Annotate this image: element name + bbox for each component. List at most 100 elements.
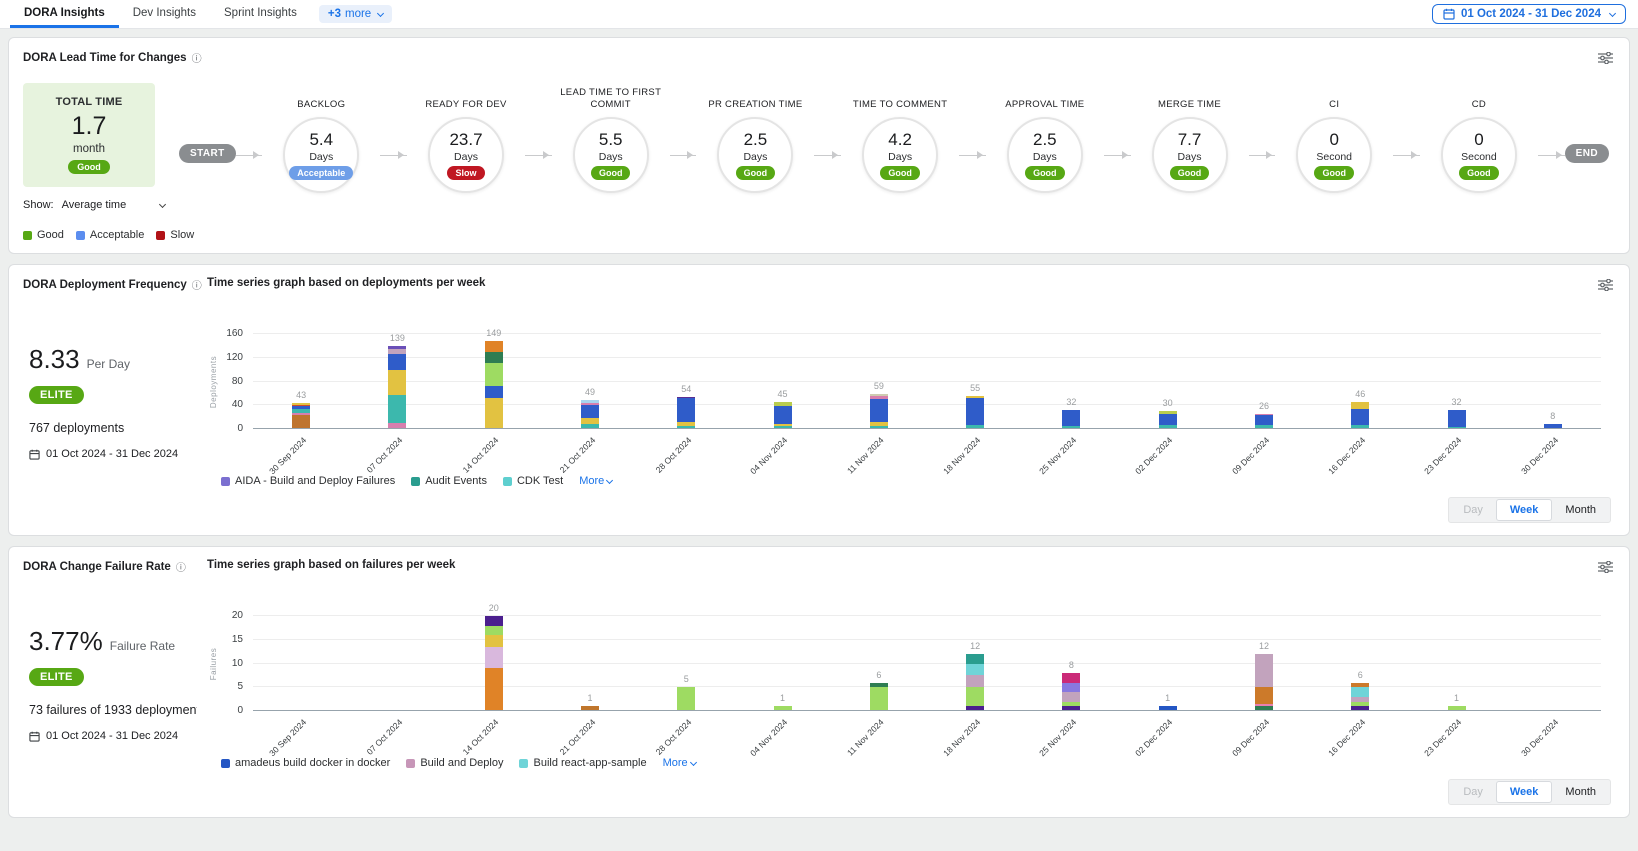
toggle-month-button[interactable]: Month: [1552, 499, 1609, 521]
tier-badge: ELITE: [29, 386, 84, 404]
bar-stack[interactable]: [677, 397, 695, 429]
chart-column: 5428 Oct 2024: [638, 334, 734, 429]
bar-stack[interactable]: [1351, 402, 1369, 429]
flow-end-pill: END: [1565, 144, 1609, 163]
legend-more-link[interactable]: More: [579, 475, 612, 487]
filter-settings-icon[interactable]: [1596, 277, 1615, 296]
bar-stack[interactable]: [1351, 683, 1369, 712]
bar-stack[interactable]: [1255, 654, 1273, 711]
bar-segment: [1448, 410, 1466, 427]
more-tabs-dropdown[interactable]: +3 more: [319, 5, 392, 23]
bar-stack[interactable]: [1159, 411, 1177, 429]
filter-settings-icon[interactable]: [1596, 50, 1615, 69]
legend-label: AIDA - Build and Deploy Failures: [235, 475, 395, 487]
toggle-week-button[interactable]: Week: [1496, 781, 1553, 803]
x-tick-label: 30 Sep 2024: [267, 717, 308, 758]
bar-segment: [1062, 683, 1080, 693]
filter-settings-icon[interactable]: [1596, 559, 1615, 578]
stage-value: 7.7: [1178, 130, 1202, 150]
bar-stack[interactable]: [1448, 410, 1466, 429]
legend-more-link[interactable]: More: [663, 757, 696, 769]
stage-status-badge: Good: [1314, 166, 1354, 180]
bar-segment: [774, 406, 792, 424]
failure-rate-value: 3.77%: [29, 626, 103, 657]
legend-item[interactable]: CDK Test: [503, 475, 563, 487]
flow-arrow: [236, 155, 263, 156]
toggle-week-button[interactable]: Week: [1496, 499, 1553, 521]
bar-stack[interactable]: [485, 341, 503, 429]
legend-item[interactable]: Audit Events: [411, 475, 487, 487]
chart-column: 30 Dec 2024: [1505, 616, 1601, 711]
stage-unit: Second: [1316, 151, 1352, 163]
bar-total-label: 1: [1454, 693, 1459, 703]
failure-rate-unit: Failure Rate: [110, 639, 175, 653]
stage-circle: 0SecondGood: [1441, 117, 1517, 193]
info-icon[interactable]: ⓘ: [192, 277, 202, 292]
info-icon[interactable]: ⓘ: [192, 50, 202, 65]
legend-item[interactable]: Build react-app-sample: [519, 757, 646, 769]
bar-segment: [388, 370, 406, 395]
toggle-day-button[interactable]: Day: [1450, 781, 1496, 803]
legend-item[interactable]: Build and Deploy: [406, 757, 503, 769]
bar-segment: [966, 654, 984, 664]
card-title-text: DORA Lead Time for Changes: [23, 52, 187, 64]
bar-stack[interactable]: [292, 403, 310, 429]
y-tick-label: 5: [237, 681, 243, 692]
date-range-picker[interactable]: 01 Oct 2024 - 31 Dec 2024: [1432, 4, 1626, 24]
deployment-chart-title: Time series graph based on deployments p…: [207, 277, 1596, 289]
bar-stack[interactable]: [870, 683, 888, 712]
legend-label: CDK Test: [517, 475, 563, 487]
x-tick-label: 16 Dec 2024: [1326, 435, 1367, 476]
stage-unit: Days: [1178, 151, 1202, 163]
x-tick-label: 16 Dec 2024: [1326, 717, 1367, 758]
chart-column: 14914 Oct 2024: [446, 334, 542, 429]
calendar-icon: [1443, 8, 1455, 20]
bar-total-label: 6: [876, 670, 881, 680]
stage-status-badge: Good: [591, 166, 631, 180]
stage-circle: 5.4DaysAcceptable: [283, 117, 359, 193]
bar-stack[interactable]: [1062, 410, 1080, 429]
y-tick-label: 0: [237, 423, 243, 434]
bar-stack[interactable]: [1062, 673, 1080, 711]
tab-dev-insights[interactable]: Dev Insights: [119, 0, 210, 28]
date-range-label: 01 Oct 2024 - 31 Dec 2024: [1461, 8, 1601, 20]
bar-segment: [485, 635, 503, 647]
calendar-icon: [29, 449, 40, 460]
tab-sprint-insights[interactable]: Sprint Insights: [210, 0, 311, 28]
bar-total-label: 59: [874, 381, 884, 391]
bar-stack[interactable]: [774, 402, 792, 429]
flow-arrow: [959, 155, 986, 156]
bar-stack[interactable]: [870, 394, 888, 429]
bar-stack[interactable]: [966, 396, 984, 429]
toggle-day-button[interactable]: Day: [1450, 499, 1496, 521]
info-icon[interactable]: ⓘ: [176, 559, 186, 574]
x-tick-label: 21 Oct 2024: [557, 435, 597, 475]
legend-label: Audit Events: [425, 475, 487, 487]
stage-unit: Days: [1033, 151, 1057, 163]
bar-stack[interactable]: [485, 616, 503, 711]
legend-item[interactable]: amadeus build docker in docker: [221, 757, 390, 769]
bar-segment: [388, 354, 406, 371]
bar-stack[interactable]: [388, 346, 406, 429]
legend-label: Acceptable: [90, 229, 144, 241]
chart-column: 3002 Dec 2024: [1120, 334, 1216, 429]
x-tick-label: 04 Nov 2024: [748, 435, 789, 476]
stage-circle: 23.7DaysSlow: [428, 117, 504, 193]
toggle-month-button[interactable]: Month: [1552, 781, 1609, 803]
deployment-rate-unit: Per Day: [87, 357, 130, 371]
y-axis-label: Failures: [209, 647, 218, 679]
tab-dora-insights[interactable]: DORA Insights: [10, 0, 119, 28]
show-average-time-select[interactable]: Show: Average time: [23, 199, 165, 211]
bar-stack[interactable]: [677, 687, 695, 711]
stage-name: APPROVAL TIME: [1005, 79, 1084, 117]
stage-status-badge: Slow: [447, 166, 484, 180]
flow-arrow: [380, 155, 407, 156]
bar-segment: [1159, 414, 1177, 426]
chart-column: 830 Dec 2024: [1505, 334, 1601, 429]
bar-stack[interactable]: [966, 654, 984, 711]
chart-column: 4504 Nov 2024: [734, 334, 830, 429]
failure-date-range: 01 Oct 2024 - 31 Dec 2024: [29, 730, 199, 742]
bar-stack[interactable]: [581, 400, 599, 429]
more-tabs-count: +3: [328, 8, 341, 20]
legend-item[interactable]: AIDA - Build and Deploy Failures: [221, 475, 395, 487]
